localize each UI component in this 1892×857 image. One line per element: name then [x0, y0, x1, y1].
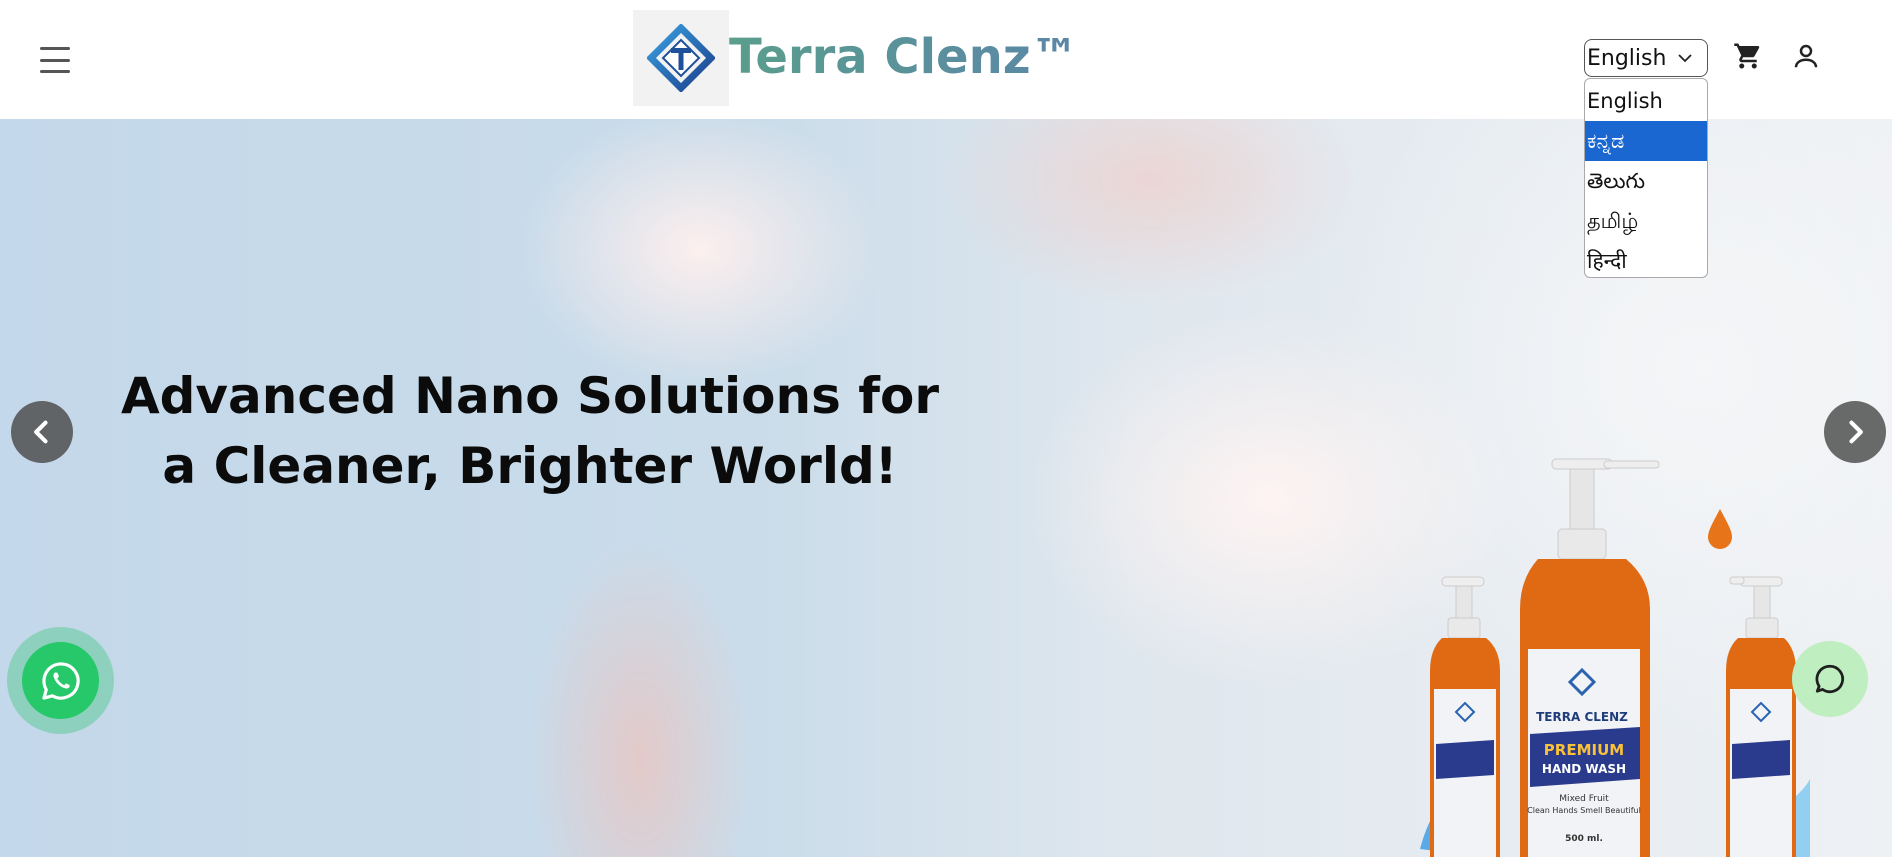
brand-logo[interactable] — [633, 10, 729, 106]
user-icon[interactable] — [1791, 41, 1821, 71]
product-bottles-image: TERRA CLENZ PREMIUM HAND WASH Mixed Frui… — [1420, 458, 1810, 857]
product-line2-text: HAND WASH — [1542, 762, 1626, 776]
language-selected-value: English — [1587, 45, 1667, 71]
language-dropdown: English ಕನ್ನಡ తెలుగు தமிழ் हिन्दी — [1584, 78, 1708, 278]
language-option-english[interactable]: English — [1585, 81, 1707, 121]
language-option-kannada[interactable]: ಕನ್ನಡ — [1585, 121, 1707, 161]
language-select[interactable]: English — [1584, 39, 1708, 77]
chat-button[interactable] — [1792, 641, 1868, 717]
whatsapp-icon — [41, 661, 80, 700]
chat-bubble-icon — [1815, 664, 1845, 694]
language-option-telugu[interactable]: తెలుగు — [1585, 161, 1707, 201]
language-option-tamil[interactable]: தமிழ் — [1585, 201, 1707, 241]
brand-name[interactable]: Terra Clenz™ — [729, 22, 1079, 92]
whatsapp-button[interactable] — [22, 642, 99, 719]
logo-diamond-icon — [647, 24, 715, 92]
carousel-prev-button[interactable] — [11, 401, 73, 463]
product-brand-text: TERRA CLENZ — [1536, 710, 1628, 724]
hero-headline-line2: a Cleaner, Brighter World! — [162, 437, 898, 495]
carousel-next-button[interactable] — [1824, 401, 1886, 463]
language-option-hindi[interactable]: हिन्दी — [1585, 241, 1707, 277]
product-tagline-text: Clean Hands Smell Beautiful — [1527, 806, 1641, 815]
product-line1-text: PREMIUM — [1544, 741, 1624, 759]
hero-headline: Advanced Nano Solutions for a Cleaner, B… — [120, 361, 940, 501]
chevron-right-icon — [1849, 420, 1863, 444]
product-variant-text: Mixed Fruit — [1559, 794, 1609, 804]
chevron-left-icon — [34, 420, 48, 444]
cart-icon[interactable] — [1733, 41, 1763, 71]
chevron-down-icon — [1678, 54, 1692, 63]
hero-headline-line1: Advanced Nano Solutions for — [120, 367, 940, 425]
hamburger-menu-icon[interactable] — [40, 47, 70, 73]
product-volume-text: 500 ml. — [1565, 834, 1603, 844]
